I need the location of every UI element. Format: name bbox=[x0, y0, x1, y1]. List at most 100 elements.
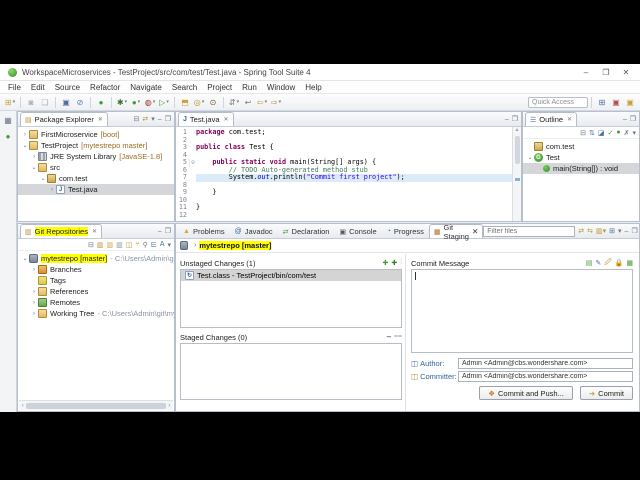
new-java-project-icon[interactable]: ⬒ bbox=[178, 96, 192, 109]
menu-search[interactable]: Search bbox=[167, 83, 202, 92]
staging-menu-icon[interactable]: ▾ bbox=[618, 227, 622, 235]
minimize-icon[interactable]: – bbox=[625, 228, 629, 235]
maximize-window-button[interactable]: ❐ bbox=[596, 65, 616, 80]
tab-declaration[interactable]: ⇄ Declaration bbox=[278, 224, 335, 238]
tree-item[interactable]: ⌄ mytestrepo [master]- C:\Users\Admin\git… bbox=[18, 253, 174, 264]
maximize-icon[interactable]: ❐ bbox=[165, 227, 171, 235]
tree-item[interactable]: › Remotes bbox=[18, 297, 174, 308]
tab-test-java[interactable]: J Test.java ✕ bbox=[178, 112, 234, 126]
tab-git-staging[interactable]: ▦ Git Staging ✕ bbox=[428, 223, 484, 241]
author-input[interactable] bbox=[458, 358, 633, 369]
sign-off-icon[interactable]: 🖉 bbox=[604, 258, 611, 269]
filter-files-input[interactable] bbox=[483, 225, 576, 237]
restore-views-icon[interactable]: ▦ bbox=[3, 115, 14, 126]
expander-icon[interactable]: ⌄ bbox=[21, 142, 29, 149]
last-edit-icon[interactable]: ↩ bbox=[241, 96, 255, 109]
scrollbar-thumb[interactable] bbox=[26, 402, 166, 409]
forward-icon[interactable]: ⇨ ▾ bbox=[269, 96, 283, 109]
tree-item[interactable]: › Working Tree- C:\Users\Admin\git\mytest… bbox=[18, 308, 174, 319]
preview-icon[interactable]: ▤ bbox=[586, 259, 593, 267]
link-with-editor-icon[interactable]: ⇆ bbox=[587, 227, 593, 235]
expander-icon[interactable]: ⌄ bbox=[526, 154, 534, 161]
clone-repository-icon[interactable]: ▥ bbox=[106, 241, 113, 249]
tab-javadoc[interactable]: @ Javadoc bbox=[230, 224, 278, 238]
view-menu-icon[interactable]: ▾ bbox=[151, 115, 155, 123]
create-repository-icon[interactable]: ▥ bbox=[116, 241, 123, 249]
close-tab-icon[interactable]: ✕ bbox=[224, 116, 229, 123]
menu-source[interactable]: Source bbox=[50, 83, 85, 92]
stage-all-icon[interactable]: ✚ bbox=[391, 259, 397, 267]
minimize-window-button[interactable]: – bbox=[576, 65, 596, 80]
tab-package-explorer[interactable]: ▤ Package Explorer ✕ bbox=[20, 112, 108, 126]
maximize-icon[interactable]: ❐ bbox=[165, 115, 171, 123]
fold-marker-icon[interactable]: ⊖ bbox=[189, 159, 196, 167]
link-with-selection-icon[interactable]: ⇄ bbox=[578, 227, 584, 235]
external-tools-icon[interactable]: ▷ ▾ bbox=[157, 96, 171, 109]
open-perspective-icon[interactable]: ⊞ bbox=[595, 96, 609, 109]
menu-project[interactable]: Project bbox=[202, 83, 237, 92]
staged-changes-list[interactable] bbox=[180, 343, 402, 400]
committer-input[interactable] bbox=[458, 371, 633, 382]
tab-progress[interactable]: ◔ Progress bbox=[382, 224, 429, 238]
tree-item[interactable]: com.test bbox=[523, 141, 639, 152]
repos-menu-icon[interactable]: ▾ bbox=[167, 241, 171, 249]
commit-button[interactable]: ➜ Commit bbox=[579, 386, 633, 400]
menu-refactor[interactable]: Refactor bbox=[85, 83, 125, 92]
expander-icon[interactable]: › bbox=[30, 154, 38, 160]
hide-non-public-icon[interactable]: ● bbox=[616, 129, 620, 136]
link-with-editor-icon[interactable]: ⇄ bbox=[142, 115, 148, 123]
menu-edit[interactable]: Edit bbox=[26, 83, 50, 92]
editor-scrollbar[interactable]: ▲ bbox=[512, 127, 521, 221]
scroll-up-icon[interactable]: ▲ bbox=[515, 127, 520, 134]
skip-breakpoints-icon[interactable]: ⊘ bbox=[73, 96, 87, 109]
expander-icon[interactable]: › bbox=[21, 132, 29, 138]
tree-item[interactable]: › FirstMicroservice [boot] bbox=[18, 129, 174, 140]
new-repo-icon[interactable]: ◫ bbox=[126, 241, 133, 249]
tab-console[interactable]: ▣ Console bbox=[334, 224, 381, 238]
collapse-all-icon[interactable]: ⊟ bbox=[88, 241, 94, 249]
close-tab-icon[interactable]: ✕ bbox=[472, 227, 478, 236]
maximize-icon[interactable]: ❐ bbox=[512, 115, 518, 123]
new-wizard-icon[interactable]: ⊞ ▾ bbox=[3, 96, 17, 109]
tree-item[interactable]: › Branches bbox=[18, 264, 174, 275]
close-tab-icon[interactable]: ✕ bbox=[92, 228, 97, 235]
tab-git-repositories[interactable]: ▥ Git Repositories ✕ bbox=[20, 224, 103, 238]
branch-hierarchy-icon[interactable]: ⑂ bbox=[135, 241, 139, 248]
boot-dashboard-mini-icon[interactable]: ● bbox=[3, 131, 14, 142]
scroll-right-icon[interactable]: › bbox=[166, 403, 173, 409]
boot-dashboard-icon[interactable]: ● bbox=[94, 96, 108, 109]
minimize-icon[interactable]: – bbox=[505, 116, 509, 123]
search-icon[interactable]: ⊙ bbox=[206, 96, 220, 109]
java-perspective-icon[interactable]: ▣ bbox=[609, 96, 623, 109]
focus-icon[interactable]: ⊟ bbox=[580, 129, 586, 137]
commit-message-input[interactable] bbox=[411, 269, 633, 353]
tab-problems[interactable]: ▲ Problems bbox=[178, 224, 230, 238]
toggle-layout-icon[interactable]: ⚲ bbox=[143, 241, 148, 249]
expander-icon[interactable]: › bbox=[30, 267, 38, 273]
code-editor[interactable]: 1 package com.test; 2 3 public class Test {4… bbox=[176, 127, 521, 219]
menu-help[interactable]: Help bbox=[300, 83, 326, 92]
open-type-icon[interactable]: ◎ ▾ bbox=[192, 96, 206, 109]
debug-icon[interactable]: ✱ ▾ bbox=[115, 96, 129, 109]
staging-repo-label[interactable]: mytestrepo [master] bbox=[199, 241, 272, 250]
hierarchy-icon[interactable]: ⋿ bbox=[151, 241, 157, 249]
unstaged-changes-list[interactable]: ↻ Test.class - TestProject/bin/com/test bbox=[180, 269, 402, 328]
tree-item[interactable]: › J Test.java bbox=[18, 184, 174, 195]
expander-icon[interactable]: › bbox=[30, 311, 38, 317]
commit-and-push-button[interactable]: ❖ Commit and Push... bbox=[479, 386, 573, 400]
hide-local-types-icon[interactable]: ✗ bbox=[624, 129, 630, 137]
hide-fields-icon[interactable]: ◪ bbox=[598, 129, 605, 137]
save-icon[interactable]: ◙ bbox=[24, 96, 38, 109]
compact-tree-icon[interactable]: ⫶ bbox=[400, 259, 402, 267]
horizontal-scrollbar[interactable]: ‹ › bbox=[19, 400, 173, 410]
minimize-icon[interactable]: – bbox=[623, 116, 627, 123]
hide-static-icon[interactable]: ✓ bbox=[608, 129, 614, 137]
menu-file[interactable]: File bbox=[3, 83, 26, 92]
repo-switch-icon[interactable]: ▥▾ bbox=[596, 227, 606, 235]
expander-icon[interactable]: › bbox=[30, 289, 38, 295]
back-icon[interactable]: ⇦ ▾ bbox=[255, 96, 269, 109]
close-window-button[interactable]: ✕ bbox=[616, 65, 636, 80]
link-selection-icon[interactable]: A bbox=[160, 241, 165, 248]
git-perspective-icon[interactable]: ▣ bbox=[623, 96, 637, 109]
change-id-icon[interactable]: ▦ bbox=[626, 259, 633, 267]
